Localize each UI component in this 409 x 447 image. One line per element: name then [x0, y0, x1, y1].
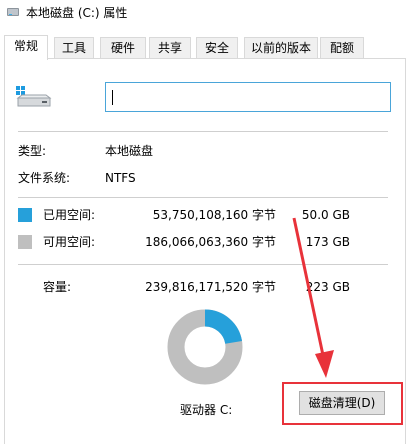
- tab-hardware[interactable]: 硬件: [100, 37, 146, 59]
- window-title: 本地磁盘 (C:) 属性: [26, 6, 128, 20]
- used-space-bytes: 53,750,108,160 字节: [152, 208, 276, 222]
- tab-previous-versions[interactable]: 以前的版本: [244, 37, 318, 59]
- free-space-swatch: [18, 235, 32, 249]
- capacity-label: 容量:: [43, 280, 72, 294]
- highlight-box: [282, 382, 403, 425]
- drive-icon: [7, 8, 19, 16]
- volume-name-input[interactable]: [105, 82, 391, 112]
- used-space-swatch: [18, 208, 32, 222]
- tab-quota[interactable]: 配额: [320, 37, 364, 59]
- filesystem-label: 文件系统:: [18, 171, 71, 185]
- free-space-bytes: 186,066,063,360 字节: [145, 235, 276, 249]
- type-label: 类型:: [18, 144, 47, 158]
- tab-security[interactable]: 安全: [196, 37, 238, 59]
- used-space-label: 已用空间:: [43, 208, 96, 222]
- tab-tools[interactable]: 工具: [54, 37, 94, 59]
- tab-sharing[interactable]: 共享: [149, 37, 191, 59]
- title-bar: 本地磁盘 (C:) 属性: [0, 0, 409, 28]
- separator: [18, 131, 388, 132]
- red-arrow-annotation: [292, 217, 334, 378]
- filesystem-value: NTFS: [105, 171, 136, 185]
- tab-strip: 常规 工具 硬件 共享 安全 以前的版本 配额: [4, 35, 404, 60]
- hard-drive-icon: [16, 86, 52, 107]
- disk-usage-ring: [167, 309, 243, 385]
- text-caret: [112, 90, 113, 105]
- tab-general[interactable]: 常规: [4, 35, 48, 60]
- drive-letter-label: 驱动器 C:: [180, 403, 233, 417]
- separator: [18, 197, 388, 198]
- capacity-bytes: 239,816,171,520 字节: [145, 280, 276, 294]
- type-value: 本地磁盘: [105, 144, 154, 158]
- free-space-label: 可用空间:: [43, 235, 96, 249]
